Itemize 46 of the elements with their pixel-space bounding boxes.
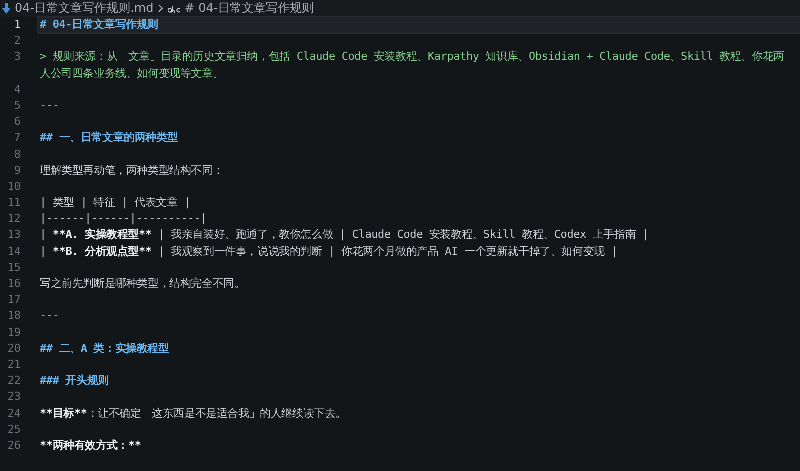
- code-line: ### 开头规则: [39, 373, 110, 390]
- line-number: 9: [13, 162, 22, 179]
- line-number: 5: [13, 98, 22, 114]
- line-number: 13: [6, 227, 22, 244]
- code-line: **目标**：让不确定「这东西是不是适合我」的人继续读下去。: [39, 406, 348, 422]
- string-symbol-icon: [168, 4, 181, 12]
- line-number: 1: [13, 17, 22, 33]
- line-number: 12: [6, 211, 22, 228]
- line-number: 2: [13, 33, 22, 50]
- code-line: ## 二、A 类：实操教程型: [39, 340, 170, 357]
- code-line: | **A. 实操教程型** | 我亲自装好、跑通了，教你怎么做 | Claude Code 安装教程、Skill 教程、Codex 上手指南 |: [39, 227, 650, 244]
- line-number: 17: [6, 292, 22, 308]
- line-number: 14: [6, 244, 22, 260]
- line-number: 8: [13, 146, 22, 162]
- code-line: 人公司四条业务线、如何变现等文章。: [39, 66, 225, 82]
- line-number: 10: [6, 178, 22, 195]
- markdown-file-icon: [2, 3, 11, 14]
- code-line: 理解类型再动笔，两种类型结构不同：: [39, 162, 225, 179]
- code-line: ---: [39, 308, 60, 324]
- code-line: | 类型 | 特征 | 代表文章 |: [39, 195, 192, 212]
- line-number: 23: [6, 389, 22, 406]
- line-number: 19: [6, 324, 22, 341]
- code-line: ## 一、日常文章的两种类型: [39, 130, 180, 146]
- line-number: 7: [13, 130, 22, 146]
- line-number: 20: [6, 340, 22, 357]
- line-number: 21: [6, 356, 22, 373]
- code-line: ---: [39, 98, 60, 114]
- code-line: **两种有效方式：**: [39, 438, 142, 454]
- code-line: | **B. 分析观点型** | 我观察到一件事，说说我的判断 | 你花两个月做的产品 AI 一个更新就干掉了、如何变现 |: [39, 244, 619, 260]
- line-number: 25: [6, 422, 22, 438]
- code-line: |------|------|----------|: [39, 211, 208, 228]
- chevron-right-icon: [158, 4, 164, 13]
- code-line: 写之前先判断是哪种类型，结构完全不同。: [39, 276, 246, 292]
- line-number: 15: [6, 260, 22, 276]
- line-number: 22: [6, 373, 22, 390]
- breadcrumb-file[interactable]: 04-日常文章写作规则.md: [15, 0, 154, 17]
- line-number: 18: [6, 308, 22, 324]
- line-number: 16: [6, 276, 22, 292]
- line-number: 3: [13, 49, 22, 66]
- line-number: 6: [13, 114, 22, 130]
- line-number: 26: [6, 438, 22, 454]
- line-number: 11: [6, 195, 22, 212]
- code-line: > 规则来源：从「文章」目录的历史文章归纳，包括 Claude Code 安装教程、Karpathy 知识库、Obsidian + Claude Code、Skill 教程、你花两: [39, 49, 786, 66]
- line-number: 24: [6, 406, 22, 422]
- line-number: 4: [13, 82, 22, 98]
- breadcrumb-symbol[interactable]: # 04-日常文章写作规则: [184, 0, 314, 17]
